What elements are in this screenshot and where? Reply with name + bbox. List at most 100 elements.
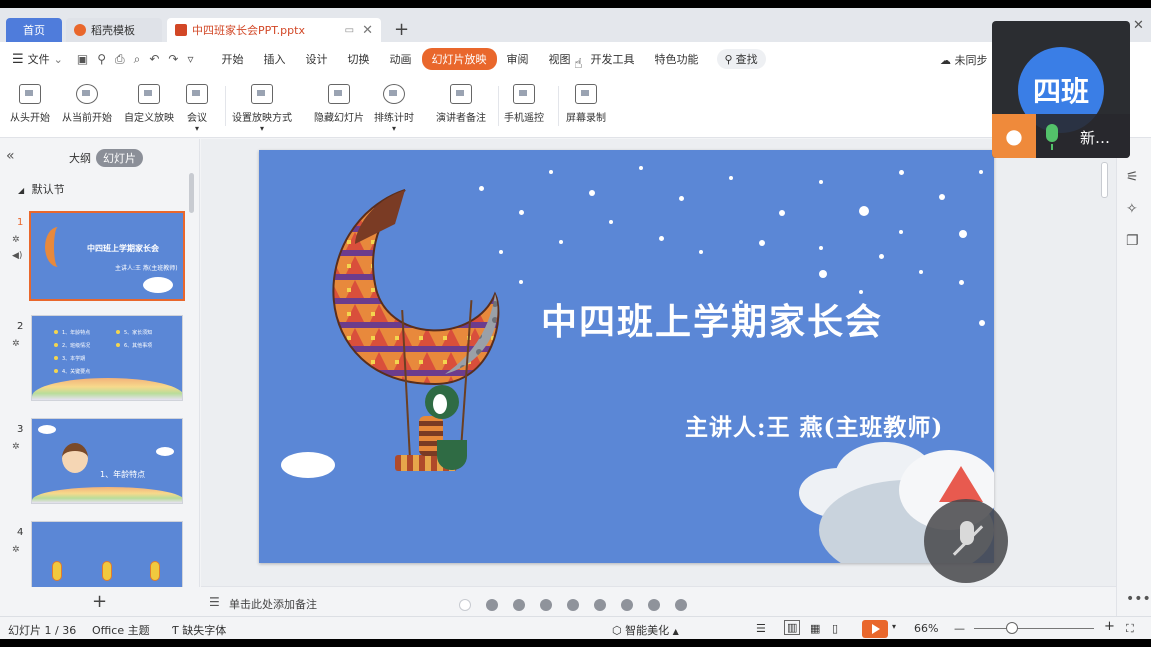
editor-scroll-thumb[interactable] <box>1101 162 1108 198</box>
ribbon-button[interactable]: 手机遥控 <box>504 84 544 124</box>
ribbon-button[interactable]: 从当前开始 <box>62 84 112 124</box>
zoom-slider-knob[interactable] <box>1006 622 1018 634</box>
video-call-window[interactable]: 四班 ● 新… <box>992 21 1130 158</box>
menu-tab[interactable]: 审阅 <box>497 48 539 70</box>
tab-file[interactable]: 中四班家长会PPT.pptx ▭ ✕ <box>167 18 381 42</box>
notes-toggle-icon[interactable]: ☰ <box>756 622 766 635</box>
sound-icon: ◀) <box>12 251 23 261</box>
format-painter-icon[interactable]: ⚲ <box>97 52 106 66</box>
play-slideshow-button[interactable] <box>862 620 888 638</box>
save-icon[interactable]: ▣ <box>77 52 88 66</box>
tab-home[interactable]: 首页 <box>6 18 62 42</box>
zoom-out-icon[interactable]: — <box>954 622 965 635</box>
file-menu[interactable]: ☰ 文件 ⌄ <box>12 51 63 67</box>
menu-tab[interactable]: 动画 <box>380 48 422 70</box>
right-sidebar: ⚟ ✧ ❐ ••• <box>1116 139 1151 616</box>
page-dot[interactable] <box>594 599 606 611</box>
page-dot[interactable] <box>621 599 633 611</box>
page-dot[interactable] <box>540 599 552 611</box>
sorter-view-icon[interactable]: ▦ <box>810 622 820 635</box>
font-icon: Ƭ <box>172 624 179 637</box>
fit-window-icon[interactable]: ⛶ <box>1126 622 1134 636</box>
page-dot[interactable] <box>486 599 498 611</box>
copy-icon[interactable]: ❐ <box>1126 233 1139 249</box>
slide-thumbnail-4[interactable] <box>31 521 183 587</box>
pin-icon[interactable]: ✧ <box>1126 201 1138 217</box>
sync-status[interactable]: ☁ 未同步 <box>940 52 988 68</box>
window-close-icon[interactable]: ✕ <box>1133 18 1144 33</box>
bullet-dot <box>54 356 58 360</box>
zoom-slider[interactable] <box>974 628 1094 629</box>
menu-tab[interactable]: 幻灯片放映 <box>421 48 497 70</box>
undo-icon[interactable]: ↶ <box>149 52 159 66</box>
menu-tab[interactable]: 开始 <box>212 48 254 70</box>
slide-thumb-row-4: 4 ✲ <box>0 521 200 587</box>
new-tab-icon[interactable]: + <box>394 19 409 40</box>
more-icon[interactable]: ▿ <box>187 52 193 66</box>
ribbon-button[interactable]: 自定义放映 <box>124 84 174 124</box>
menu-tab[interactable]: 插入 <box>254 48 296 70</box>
menu-tab[interactable]: 特色功能 <box>645 48 709 70</box>
menu-tab[interactable]: 切换 <box>338 48 380 70</box>
page-dot[interactable] <box>567 599 579 611</box>
ribbon-button[interactable]: 设置放映方式 ▾ <box>232 84 292 133</box>
section-default[interactable]: ◢ 默认节 <box>18 181 65 197</box>
floating-mute-button[interactable] <box>924 499 1008 583</box>
add-slide-icon[interactable]: + <box>92 591 107 612</box>
ribbon-button[interactable]: 演讲者备注 <box>436 84 486 124</box>
collapse-icon[interactable]: « <box>6 148 15 164</box>
slide-thumbnail-3[interactable]: 1、年龄特点 <box>31 418 183 504</box>
redo-icon[interactable]: ↷ <box>168 52 178 66</box>
thumb-item: 4、关键要点 <box>62 369 91 375</box>
user-icon[interactable]: ● <box>992 114 1036 158</box>
star-dot <box>859 206 869 216</box>
ribbon-button[interactable]: 隐藏幻灯片 <box>314 84 364 124</box>
tab-outline[interactable]: 大纲 <box>62 149 98 167</box>
ribbon-icon <box>251 84 273 104</box>
editor-scrollbar[interactable] <box>1101 148 1109 568</box>
window-icon[interactable]: ▭ <box>345 25 354 36</box>
slide-title[interactable]: 中四班上学期家长会 <box>541 293 883 345</box>
page-dot[interactable] <box>513 599 525 611</box>
reading-view-icon[interactable]: ▯ <box>832 622 838 635</box>
slide-subtitle[interactable]: 主讲人:王 燕(主班教师) <box>685 408 943 442</box>
menu-tab[interactable]: 开发工具 <box>581 48 645 70</box>
slide-thumbnail-1[interactable]: 中四班上学期家长会 主讲人:王 燕(主班教师) <box>29 211 185 301</box>
missing-font-button[interactable]: Ƭ 缺失字体 <box>172 622 226 638</box>
tab-slides[interactable]: 幻灯片 <box>96 149 143 167</box>
panel-scrollbar[interactable] <box>189 173 194 213</box>
bullet-dot <box>116 330 120 334</box>
star-dot <box>759 240 765 246</box>
menu-tab[interactable]: 设计 <box>296 48 338 70</box>
close-icon[interactable]: ✕ <box>362 23 373 38</box>
page-dots <box>459 599 687 611</box>
page-dot[interactable] <box>675 599 687 611</box>
more-dots-icon[interactable]: ••• <box>1126 591 1151 607</box>
beautify-button[interactable]: ⬡ 智能美化 ▲ <box>612 622 679 638</box>
print-icon[interactable]: ⎙ <box>115 52 125 67</box>
ribbon-button[interactable]: 会议 ▾ <box>186 84 208 133</box>
page-dot[interactable] <box>648 599 660 611</box>
slide-number: 1 <box>17 217 24 228</box>
preview-icon[interactable]: ⌕ <box>134 52 141 67</box>
theme-name[interactable]: Office 主题 <box>92 622 150 638</box>
zoom-in-icon[interactable]: + <box>1104 619 1115 634</box>
ribbon-button[interactable]: 排练计时 ▾ <box>374 84 414 133</box>
search-button[interactable]: ⚲ 查找 <box>716 49 766 69</box>
thumb-title: 中四班上学期家长会 <box>87 244 159 253</box>
thumb-item: 5、家长须知 <box>124 330 153 336</box>
properties-icon[interactable]: ⚟ <box>1126 169 1139 185</box>
zoom-level[interactable]: 66% <box>914 622 938 635</box>
tab-template[interactable]: 稻壳模板 <box>66 18 162 42</box>
current-slide[interactable]: 中四班上学期家长会 主讲人:王 燕(主班教师) <box>259 150 994 563</box>
notes-placeholder[interactable]: 单击此处添加备注 <box>229 596 317 612</box>
normal-view-icon[interactable]: ▥ <box>784 620 801 635</box>
page-dot[interactable] <box>459 599 471 611</box>
microphone-icon[interactable] <box>1046 124 1058 150</box>
ribbon-button[interactable]: 从头开始 <box>10 84 50 124</box>
ribbon-button-label: 屏幕录制 <box>566 113 606 124</box>
slide-thumbnail-2[interactable]: 1、年龄特点 2、班级情况 3、本学期 4、关键要点 5、家长须知 6、其他事项 <box>31 315 183 401</box>
ribbon-button[interactable]: 屏幕录制 <box>566 84 606 124</box>
play-dropdown-icon[interactable]: ▾ <box>892 622 896 631</box>
animation-star-icon: ✲ <box>12 545 20 555</box>
